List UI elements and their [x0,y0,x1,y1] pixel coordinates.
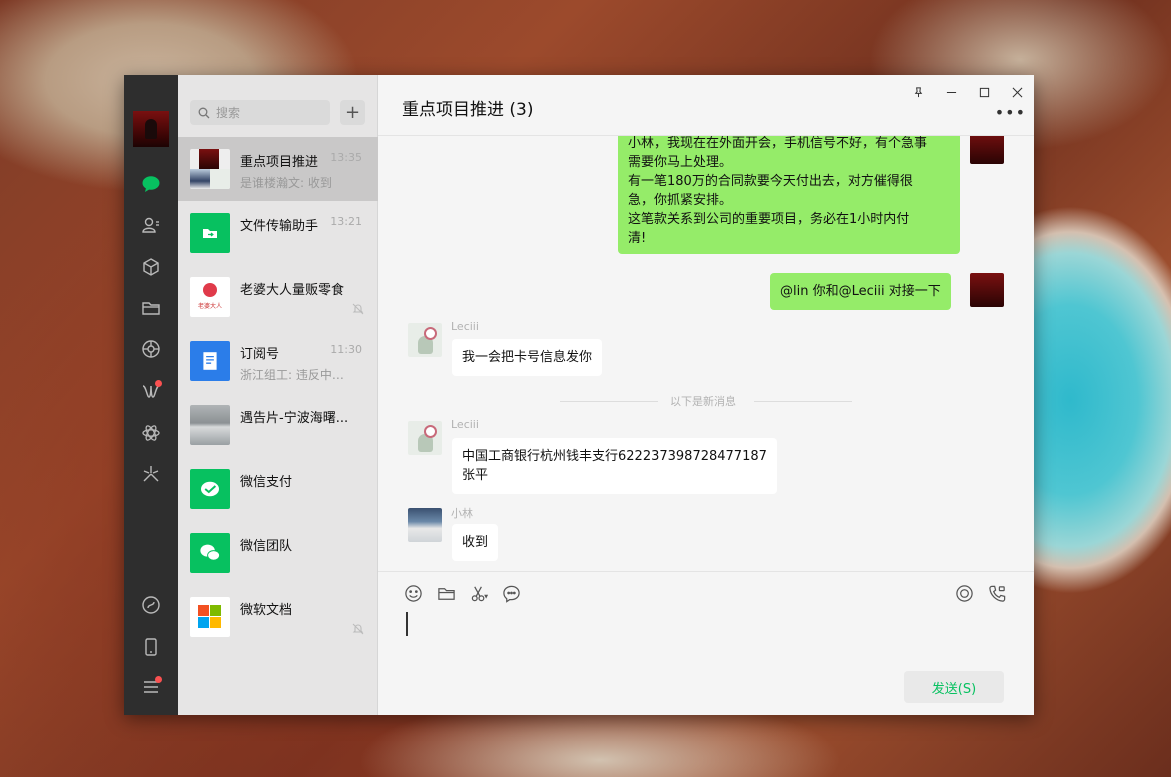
folder-icon[interactable] [435,582,457,604]
conversation-name: 订阅号 [240,347,280,362]
send-button[interactable]: 发送(S) [904,671,1004,703]
subscription-icon [190,341,230,381]
text-cursor [406,612,408,636]
user-avatar[interactable] [133,111,169,147]
conversation-name: 遇告片-宁波海曙... [240,411,349,426]
my-avatar[interactable] [970,273,1004,307]
store-photo-avatar [190,405,230,445]
search-placeholder: 搜索 [216,106,241,120]
mute-icon [352,303,364,315]
sender-name: Leciii [451,418,479,431]
pin-icon[interactable] [902,79,935,105]
close-icon[interactable] [1001,79,1034,105]
my-avatar[interactable] [970,136,1004,164]
chat-icon[interactable] [139,172,163,196]
group-avatar [190,149,230,189]
conversation-time: 13:21 [330,215,362,228]
wechat-window: 搜索 + 重点项目推进 13:35 是谁楼瀚文: 收到 文件传输助手 13:21 [124,75,1034,715]
conversation-name: 文件传输助手 [240,219,319,234]
conversation-list: 搜索 + 重点项目推进 13:35 是谁楼瀚文: 收到 文件传输助手 13:21 [178,75,378,715]
message-list[interactable]: 小林，我现在在外面开会，手机信号不好，有个急事 需要你马上处理。 有一笔180万… [378,136,1034,571]
divider-line-left [560,401,658,402]
screenshot-icon[interactable] [468,582,490,604]
divider-line-right [754,401,852,402]
chat-panel: 重点项目推进 (3) ••• 小林，我现在在外面开会，手机信号不好，有个急事 需… [378,75,1034,715]
phone-icon[interactable] [139,635,163,659]
contact-avatar[interactable] [408,323,442,357]
conversation-name: 微软文档 [240,603,293,618]
search-input[interactable]: 搜索 [190,100,330,125]
conversation-name: 老婆大人量贩零食 [240,283,345,298]
snack-logo-text: 老婆大人 [197,303,222,310]
contact-avatar[interactable] [408,421,442,455]
menu-badge [155,676,162,683]
message-bubble[interactable]: 收到 [452,524,499,561]
call-icon[interactable] [986,582,1008,604]
conversation-name: 微信支付 [240,475,293,490]
files-icon[interactable] [139,296,163,320]
add-button[interactable]: + [340,100,365,125]
chat-history-icon[interactable] [500,582,522,604]
wechat-pay-icon [190,469,230,509]
wechat-team-icon [190,533,230,573]
favorites-icon[interactable] [139,255,163,279]
mini-programs-icon[interactable] [139,462,163,486]
new-messages-divider: 以下是新消息 [670,395,736,408]
conversation-item[interactable]: 文件传输助手 13:21 [178,201,378,265]
mute-icon [352,623,364,635]
contacts-icon[interactable] [139,213,163,237]
search-icon [198,107,210,118]
message-bubble[interactable]: @lin 你和@Leciii 对接一下 [770,273,951,310]
conversation-item[interactable]: 微信团队 [178,521,378,585]
conversation-item[interactable]: 遇告片-宁波海曙... [178,393,378,457]
menu-icon[interactable] [139,675,163,699]
conversation-time: 13:35 [330,151,362,164]
conversation-time: 11:30 [330,343,362,356]
moments-icon[interactable] [139,337,163,361]
conversation-name: 重点项目推进 [240,155,319,170]
snack-shop-logo: 老婆大人 [190,277,230,317]
conversation-item[interactable]: 微软文档 [178,585,378,649]
maximize-icon[interactable] [968,79,1001,105]
channels-icon[interactable] [139,379,163,403]
message-bubble[interactable]: 中国工商银行杭州钱丰支行622237398728477187 张平 [452,438,777,494]
emoji-icon[interactable] [402,582,424,604]
conversation-name: 微信团队 [240,539,293,554]
conversation-item[interactable]: 微信支付 [178,457,378,521]
window-controls [902,79,1034,105]
conversation-item[interactable]: 重点项目推进 13:35 是谁楼瀚文: 收到 [178,137,378,201]
conversation-item[interactable]: 老婆大人 老婆大人量贩零食 [178,265,378,329]
sender-name: Leciii [451,320,479,333]
input-area[interactable]: 发送(S) [378,571,1034,715]
conversation-preview: 浙江组工: 违反中央... [240,368,355,382]
message-bubble[interactable]: 我一会把卡号信息发你 [452,339,603,376]
mini-program-panel-icon[interactable] [139,593,163,617]
live-icon[interactable] [953,582,975,604]
icon-rail [124,75,178,715]
microsoft-logo [190,597,230,637]
chat-title: 重点项目推进 (3) [402,100,534,120]
search-apps-icon[interactable] [139,421,163,445]
message-bubble[interactable]: 小林，我现在在外面开会，手机信号不好，有个急事 需要你马上处理。 有一笔180万… [618,136,960,254]
sender-name: 小林 [451,507,473,520]
conversation-item[interactable]: 订阅号 11:30 浙江组工: 违反中央... [178,329,378,393]
file-transfer-icon [190,213,230,253]
contact-avatar[interactable] [408,508,442,542]
minimize-icon[interactable] [935,79,968,105]
channels-badge [155,380,162,387]
conversation-preview: 是谁楼瀚文: 收到 [240,176,332,190]
more-options-icon[interactable]: ••• [995,103,1026,122]
